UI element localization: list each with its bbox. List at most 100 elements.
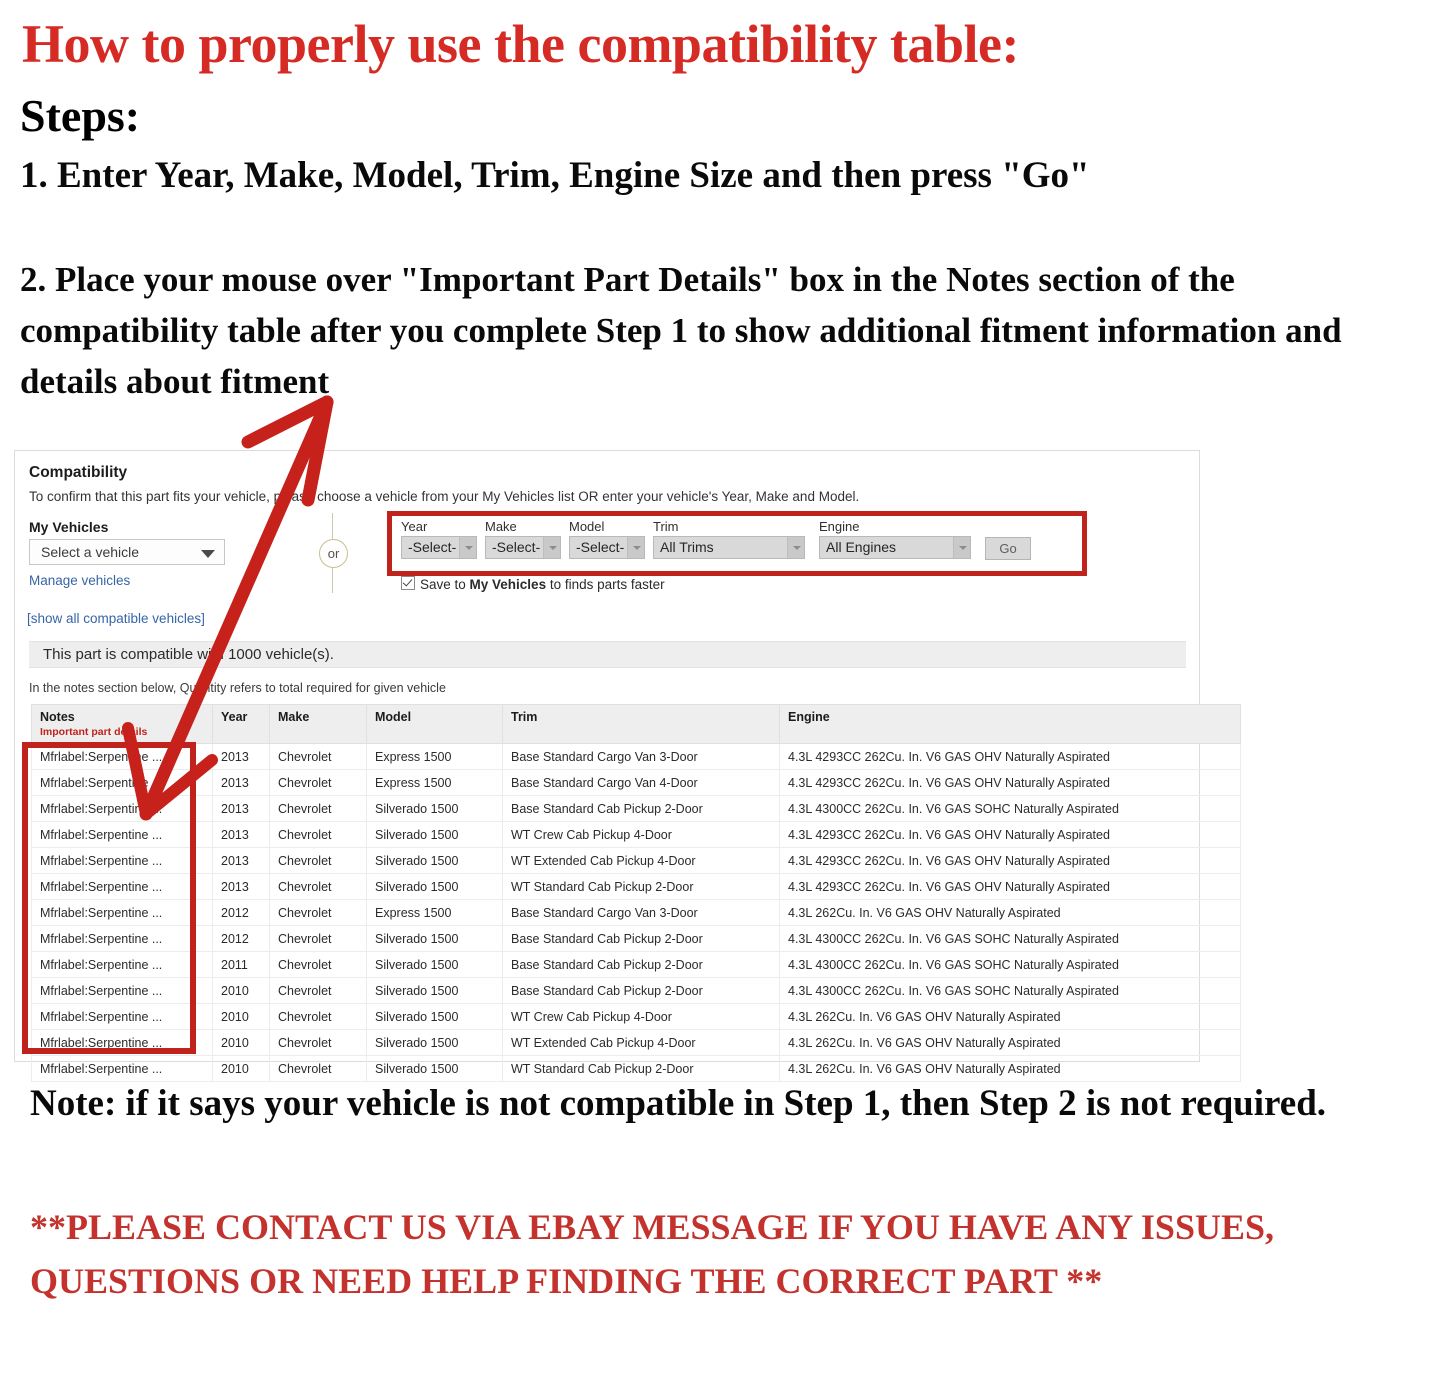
finder-field-make: Make -Select- — [485, 519, 561, 559]
column-header-model[interactable]: Model — [366, 704, 503, 744]
cell-make: Chevrolet — [269, 899, 367, 926]
cell-engine: 4.3L 262Cu. In. V6 GAS OHV Naturally Asp… — [779, 1029, 1241, 1056]
make-dropdown[interactable]: -Select- — [485, 536, 561, 559]
model-dropdown[interactable]: -Select- — [569, 536, 645, 559]
cell-model: Silverado 1500 — [366, 795, 503, 822]
chevron-down-icon[interactable] — [787, 537, 804, 558]
cell-engine: 4.3L 4293CC 262Cu. In. V6 GAS OHV Natura… — [779, 847, 1241, 874]
contact-note: **PLEASE CONTACT US VIA EBAY MESSAGE IF … — [30, 1207, 1275, 1301]
trim-dropdown[interactable]: All Trims — [653, 536, 805, 559]
go-button[interactable]: Go — [985, 537, 1031, 560]
cell-notes[interactable]: Mfrlabel:Serpentine ... — [31, 847, 213, 874]
or-divider: or — [315, 513, 351, 593]
table-row: Mfrlabel:Serpentine ... 2010 Chevrolet Silv… — [31, 977, 1241, 1004]
table-row: Mfrlabel:Serpentine ... 2013 Chevrolet Silv… — [31, 873, 1241, 900]
model-dropdown-value: -Select- — [576, 539, 625, 555]
cell-make: Chevrolet — [269, 769, 367, 796]
cell-trim: WT Extended Cab Pickup 4-Door — [502, 1029, 780, 1056]
cell-year: 2010 — [212, 1003, 270, 1030]
finder-label-make: Make — [485, 519, 517, 534]
cell-trim: Base Standard Cab Pickup 2-Door — [502, 951, 780, 978]
cell-notes[interactable]: Mfrlabel:Serpentine ... — [31, 951, 213, 978]
compatibility-result-text: This part is compatible with 1000 vehicl… — [43, 646, 334, 663]
vehicle-select[interactable]: Select a vehicle — [29, 539, 225, 565]
fitment-table: Notes Important part details Year Make M… — [31, 704, 1241, 1082]
steps-label: Steps: — [20, 90, 141, 141]
cell-engine: 4.3L 4300CC 262Cu. In. V6 GAS SOHC Natur… — [779, 925, 1241, 952]
cell-notes[interactable]: Mfrlabel:Serpentine ... — [31, 1029, 213, 1056]
cell-year: 2013 — [212, 743, 270, 770]
cell-engine: 4.3L 262Cu. In. V6 GAS OHV Naturally Asp… — [779, 1003, 1241, 1030]
table-header-row: Notes Important part details Year Make M… — [31, 704, 1241, 744]
table-row: Mfrlabel:Serpentine ... 2013 Chevrolet Silv… — [31, 795, 1241, 822]
make-dropdown-value: -Select- — [492, 539, 541, 555]
engine-dropdown[interactable]: All Engines — [819, 536, 971, 559]
cell-engine: 4.3L 4293CC 262Cu. In. V6 GAS OHV Natura… — [779, 769, 1241, 796]
cell-notes[interactable]: Mfrlabel:Serpentine ... — [31, 821, 213, 848]
cell-notes[interactable]: Mfrlabel:Serpentine ... — [31, 925, 213, 952]
year-dropdown[interactable]: -Select- — [401, 536, 477, 559]
cell-notes[interactable]: Mfrlabel:Serpentine ... — [31, 899, 213, 926]
cell-notes[interactable]: Mfrlabel:Serpentine ... — [31, 977, 213, 1004]
cell-trim: Base Standard Cargo Van 3-Door — [502, 743, 780, 770]
show-all-compatible-vehicles-link[interactable]: [show all compatible vehicles] — [27, 611, 205, 626]
cell-year: 2012 — [212, 925, 270, 952]
cell-model: Express 1500 — [366, 899, 503, 926]
cell-trim: Base Standard Cab Pickup 2-Door — [502, 977, 780, 1004]
cell-model: Silverado 1500 — [366, 847, 503, 874]
cell-year: 2013 — [212, 821, 270, 848]
cell-notes[interactable]: Mfrlabel:Serpentine ... — [31, 873, 213, 900]
save-bold-text: My Vehicles — [469, 577, 547, 592]
table-row: Mfrlabel:Serpentine ... 2010 Chevrolet Silv… — [31, 1003, 1241, 1030]
trim-dropdown-value: All Trims — [660, 539, 714, 555]
cell-trim: Base Standard Cargo Van 3-Door — [502, 899, 780, 926]
cell-model: Silverado 1500 — [366, 1029, 503, 1056]
table-row: Mfrlabel:Serpentine ... 2011 Chevrolet Silv… — [31, 951, 1241, 978]
cell-make: Chevrolet — [269, 743, 367, 770]
cell-trim: Base Standard Cargo Van 4-Door — [502, 769, 780, 796]
chevron-down-icon[interactable] — [627, 537, 644, 558]
cell-make: Chevrolet — [269, 977, 367, 1004]
cell-engine: 4.3L 4293CC 262Cu. In. V6 GAS OHV Natura… — [779, 873, 1241, 900]
cell-year: 2013 — [212, 873, 270, 900]
cell-year: 2011 — [212, 951, 270, 978]
year-dropdown-value: -Select- — [408, 539, 457, 555]
chevron-down-icon[interactable] — [459, 537, 476, 558]
save-checkbox[interactable] — [401, 576, 415, 590]
cell-trim: WT Standard Cab Pickup 2-Door — [502, 873, 780, 900]
save-to-my-vehicles-row[interactable]: Save to My Vehicles to finds parts faste… — [401, 575, 665, 592]
panel-subtitle: To confirm that this part fits your vehi… — [29, 489, 860, 504]
engine-dropdown-value: All Engines — [826, 539, 897, 555]
important-part-details-label[interactable]: Important part details — [40, 726, 212, 738]
cell-engine: 4.3L 4300CC 262Cu. In. V6 GAS SOHC Natur… — [779, 795, 1241, 822]
cell-trim: WT Extended Cab Pickup 4-Door — [502, 847, 780, 874]
column-header-make[interactable]: Make — [269, 704, 367, 744]
manage-vehicles-link[interactable]: Manage vehicles — [29, 573, 130, 588]
cell-year: 2010 — [212, 977, 270, 1004]
column-header-year[interactable]: Year — [212, 704, 270, 744]
cell-engine: 4.3L 262Cu. In. V6 GAS OHV Naturally Asp… — [779, 899, 1241, 926]
column-header-notes[interactable]: Notes Important part details — [31, 704, 213, 744]
chevron-down-icon[interactable] — [543, 537, 560, 558]
cell-model: Silverado 1500 — [366, 1003, 503, 1030]
cell-model: Silverado 1500 — [366, 821, 503, 848]
cell-notes[interactable]: Mfrlabel:Serpentine ... — [31, 743, 213, 770]
chevron-down-icon[interactable] — [953, 537, 970, 558]
vehicle-select-value: Select a vehicle — [41, 544, 140, 560]
headline: How to properly use the compatibility ta… — [22, 14, 1019, 74]
cell-year: 2013 — [212, 847, 270, 874]
save-suffix-text: to finds parts faster — [546, 577, 665, 592]
cell-model: Express 1500 — [366, 769, 503, 796]
cell-model: Silverado 1500 — [366, 873, 503, 900]
compatibility-panel: Compatibility To confirm that this part … — [14, 450, 1241, 1082]
cell-make: Chevrolet — [269, 951, 367, 978]
table-row: Mfrlabel:Serpentine ... 2013 Chevrolet Silv… — [31, 821, 1241, 848]
cell-notes[interactable]: Mfrlabel:Serpentine ... — [31, 795, 213, 822]
cell-notes[interactable]: Mfrlabel:Serpentine ... — [31, 769, 213, 796]
cell-year: 2012 — [212, 899, 270, 926]
compatibility-result-banner: This part is compatible with 1000 vehicl… — [29, 641, 1186, 668]
cell-engine: 4.3L 4293CC 262Cu. In. V6 GAS OHV Natura… — [779, 821, 1241, 848]
cell-notes[interactable]: Mfrlabel:Serpentine ... — [31, 1003, 213, 1030]
column-header-engine[interactable]: Engine — [779, 704, 1241, 744]
column-header-trim[interactable]: Trim — [502, 704, 780, 744]
